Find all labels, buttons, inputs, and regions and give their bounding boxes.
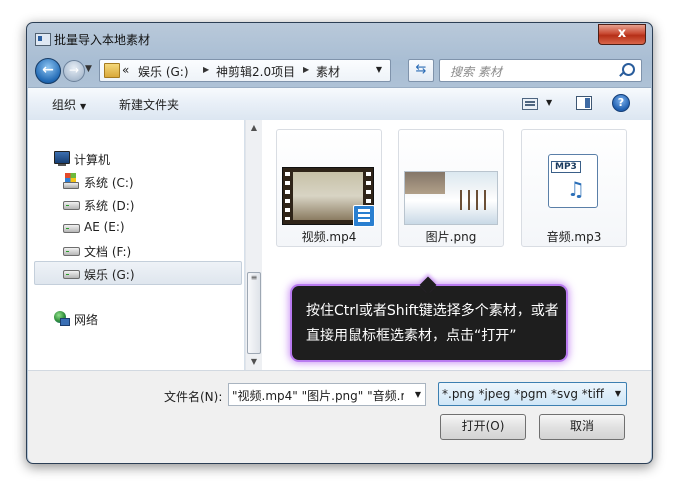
file-type-value: *.png *jpeg *pgm *svg *tiff * — [442, 387, 604, 401]
sidebar-item-drive-f[interactable]: 文档 (F:) — [28, 239, 241, 261]
tooltip-line-1: 按住Ctrl或者Shift键选择多个素材，或者 — [306, 303, 559, 319]
drive-icon — [63, 224, 80, 233]
filename-label: 文件名(N): — [164, 390, 223, 404]
sidebar-item-drive-g[interactable]: 娱乐 (G:) — [34, 261, 242, 285]
history-dropdown-icon[interactable]: ▼ — [85, 64, 92, 74]
image-thumbnail — [404, 171, 498, 225]
mp3-badge: MP3 — [551, 161, 581, 173]
file-name: 图片.png — [425, 230, 477, 244]
chevron-down-icon[interactable]: ▼ — [376, 65, 382, 74]
sidebar-item-computer[interactable]: 计算机 — [28, 147, 241, 169]
forward-button[interactable]: → — [63, 60, 85, 82]
sidebar-item-label: AE (E:) — [84, 220, 125, 234]
hint-tooltip: 按住Ctrl或者Shift键选择多个素材，或者 直接用鼠标框选素材，点击“打开” — [292, 286, 566, 360]
sidebar-item-network[interactable]: 网络 — [28, 307, 241, 329]
preview-pane-icon[interactable] — [576, 96, 592, 110]
breadcrumb-project[interactable]: 神剪辑2.0项目 — [216, 63, 295, 80]
chevron-right-icon[interactable]: ▶ — [303, 65, 309, 74]
address-bar[interactable]: « 娱乐 (G:) ▶ 神剪辑2.0项目 ▶ 素材 ▼ — [99, 59, 391, 82]
scroll-down-icon[interactable]: ▼ — [246, 354, 262, 370]
chevron-down-icon[interactable]: ▼ — [615, 389, 621, 398]
organize-label: 组织 — [52, 98, 77, 112]
sidebar-item-label: 文档 (F:) — [84, 245, 132, 259]
search-icon[interactable] — [622, 63, 635, 76]
dialog-title: 批量导入本地素材 — [54, 33, 151, 47]
network-icon — [54, 311, 70, 326]
sidebar-item-drive-c[interactable]: 系统 (C:) — [28, 170, 241, 192]
tooltip-line-2: 直接用鼠标框选素材，点击“打开” — [306, 328, 517, 344]
breadcrumb-drive[interactable]: 娱乐 (G:) — [138, 63, 189, 80]
filename-field[interactable]: "视频.mp4" "图片.png" "音频.mp ▼ — [228, 383, 426, 406]
sidebar-item-label: 网络 — [74, 313, 99, 327]
breadcrumb-current[interactable]: 素材 — [316, 63, 340, 80]
file-name: 音频.mp3 — [546, 230, 602, 244]
system-drive-icon — [63, 173, 79, 189]
back-button[interactable]: ← — [35, 58, 61, 84]
command-bar: 组织 ▼ 新建文件夹 ▼ ? — [28, 87, 651, 121]
file-item-audio[interactable]: MP3 ♫ 音频.mp3 — [521, 129, 627, 247]
sidebar-item-drive-e[interactable]: AE (E:) — [28, 216, 241, 238]
navigation-pane: 计算机 系统 (C:) 系统 (D:) AE (E:) 文档 (F:) 娱乐 (… — [28, 120, 245, 370]
cancel-button[interactable]: 取消 — [539, 414, 625, 440]
title-bar[interactable]: 批量导入本地素材 x — [27, 23, 652, 53]
search-box[interactable]: 搜索 素材 — [439, 59, 642, 82]
open-button[interactable]: 打开(O) — [440, 414, 526, 440]
view-options-icon[interactable] — [522, 98, 538, 110]
filename-input[interactable]: "视频.mp4" "图片.png" "音频.mp — [232, 387, 404, 404]
scroll-thumb[interactable]: ≡ — [247, 272, 261, 354]
file-type-select[interactable]: *.png *jpeg *pgm *svg *tiff * ▼ — [438, 382, 627, 406]
drive-icon — [63, 201, 80, 210]
refresh-button[interactable]: ⇆ — [408, 59, 434, 82]
dialog-footer: 文件名(N): "视频.mp4" "图片.png" "音频.mp ▼ *.png… — [28, 370, 651, 463]
chevron-down-icon: ▼ — [80, 102, 87, 111]
computer-icon — [54, 151, 70, 166]
audio-file-icon: MP3 ♫ — [548, 154, 598, 208]
chevron-down-icon[interactable]: ▼ — [415, 390, 421, 399]
drive-icon — [63, 270, 80, 279]
new-folder-button[interactable]: 新建文件夹 — [119, 96, 179, 113]
help-icon[interactable]: ? — [612, 94, 630, 112]
file-open-dialog: 批量导入本地素材 x ← → ▼ « 娱乐 (G:) ▶ 神剪辑2.0项目 ▶ … — [26, 22, 653, 464]
breadcrumb-overflow[interactable]: « — [122, 63, 129, 77]
search-input[interactable]: 搜索 素材 — [450, 63, 502, 80]
file-item-video[interactable]: 视频.mp4 — [276, 129, 382, 247]
app-icon — [35, 33, 51, 46]
folder-icon — [104, 63, 120, 78]
video-file-icon — [353, 205, 375, 227]
chevron-right-icon[interactable]: ▶ — [203, 65, 209, 74]
sidebar-item-label: 系统 (C:) — [84, 176, 134, 190]
file-name: 视频.mp4 — [301, 230, 357, 244]
music-note-icon: ♫ — [567, 177, 585, 201]
close-button[interactable]: x — [598, 24, 646, 45]
sidebar-item-drive-d[interactable]: 系统 (D:) — [28, 193, 241, 215]
file-item-image[interactable]: 图片.png — [398, 129, 504, 247]
chevron-down-icon[interactable]: ▼ — [546, 98, 552, 107]
organize-menu[interactable]: 组织 ▼ — [52, 96, 86, 113]
navigation-bar: ← → ▼ « 娱乐 (G:) ▶ 神剪辑2.0项目 ▶ 素材 ▼ ⇆ 搜索 素… — [27, 57, 652, 85]
sidebar-item-label: 娱乐 (G:) — [84, 268, 135, 282]
sidebar-item-label: 系统 (D:) — [84, 199, 135, 213]
scroll-up-icon[interactable]: ▲ — [246, 120, 262, 136]
navigation-scrollbar[interactable]: ▲ ≡ ▼ — [245, 120, 262, 370]
sidebar-item-label: 计算机 — [74, 153, 111, 167]
drive-icon — [63, 247, 80, 256]
